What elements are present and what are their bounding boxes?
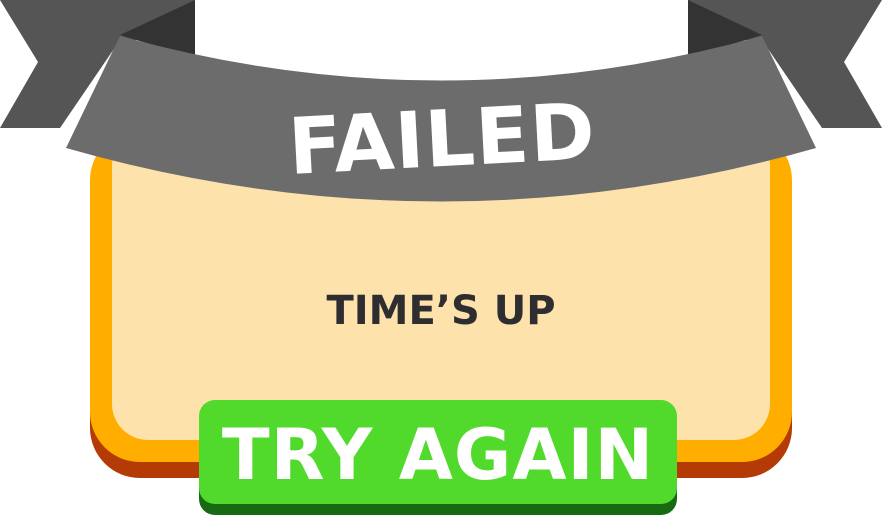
popup-title: FAILED — [286, 87, 598, 193]
popup-message: TIME’S UP — [326, 288, 556, 334]
try-again-button[interactable]: TRY AGAIN — [199, 400, 677, 504]
try-again-button-label: TRY AGAIN — [221, 414, 655, 496]
failed-popup: FAILED TIME’S UP TRY AGAIN — [0, 0, 882, 519]
